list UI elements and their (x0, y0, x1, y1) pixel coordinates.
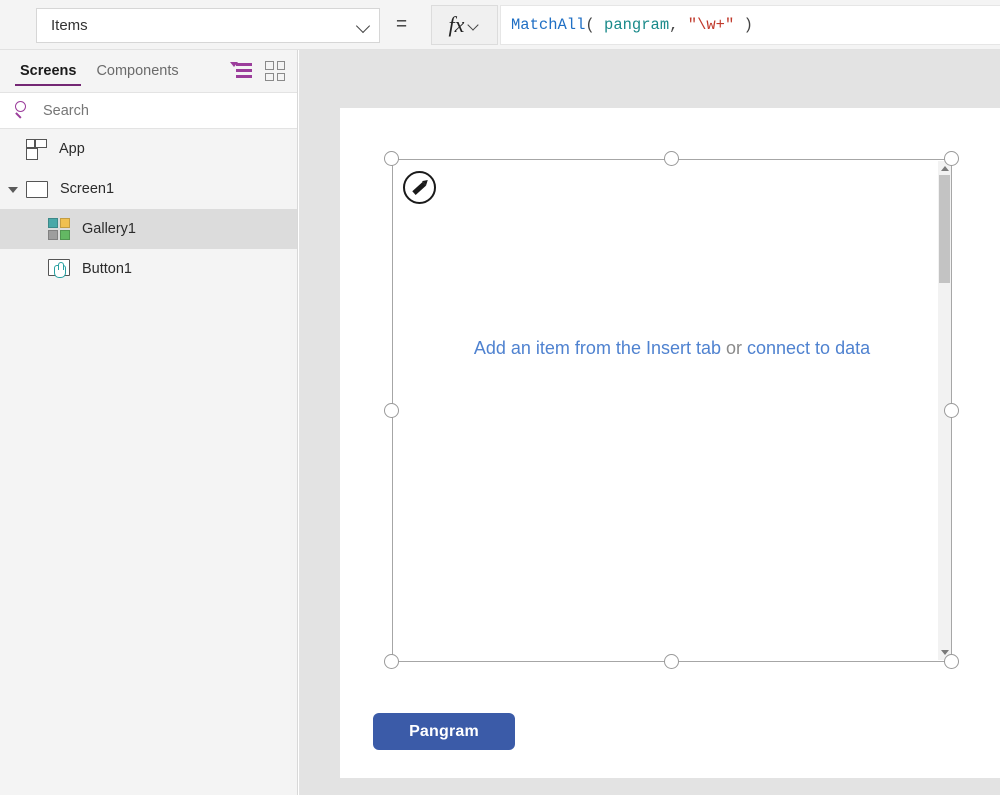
tab-components[interactable]: Components (86, 50, 188, 92)
tree-item-button1-label: Button1 (82, 261, 132, 277)
formula-input[interactable]: MatchAll( pangram, "\w+" ) (500, 5, 1000, 45)
tab-components-label: Components (96, 63, 179, 79)
formula-token-fn: MatchAll (511, 16, 586, 34)
selection-handle-top-right[interactable] (944, 151, 959, 166)
search-input[interactable]: Search (0, 92, 297, 129)
formula-token-paren: ( (585, 16, 605, 34)
tree-item-screen1-label: Screen1 (60, 181, 115, 197)
empty-message-conjunction: or (726, 338, 743, 358)
chevron-down-icon (357, 19, 371, 33)
formula-token-paren: ) (734, 16, 753, 34)
app-icon (26, 138, 47, 160)
screen-icon (26, 180, 48, 198)
selection-handle-bottom-center[interactable] (664, 654, 679, 669)
canvas-workspace: Add an item from the Insert tab or connect… (299, 50, 1000, 795)
pencil-edit-icon[interactable] (403, 171, 436, 204)
selection-handle-middle-right[interactable] (944, 403, 959, 418)
equals-sign: = (396, 14, 408, 35)
formula-token-punct: , (669, 16, 688, 34)
fx-button[interactable]: fx (431, 5, 498, 45)
tree-list-icon[interactable] (230, 61, 252, 81)
tree-item-gallery1[interactable]: Gallery1 (0, 209, 297, 249)
panel-tab-bar: Screens Components (0, 50, 297, 92)
expand-collapse-arrow-icon[interactable] (8, 187, 18, 193)
tree-item-app-label: App (59, 141, 85, 157)
left-panel: Screens Components Search App Screen1 Ga… (0, 50, 298, 795)
tree-item-button1[interactable]: Button1 (0, 249, 297, 289)
selection-handle-bottom-right[interactable] (944, 654, 959, 669)
property-dropdown-value: Items (51, 17, 88, 34)
property-dropdown[interactable]: Items (36, 8, 380, 43)
button-icon (48, 259, 72, 279)
tab-screens[interactable]: Screens (10, 50, 86, 92)
chevron-up-icon[interactable] (941, 166, 949, 171)
grid-view-icon[interactable] (265, 61, 285, 81)
tree-item-screen1[interactable]: Screen1 (0, 169, 297, 209)
selection-handle-top-left[interactable] (384, 151, 399, 166)
formula-bar: Items = fx MatchAll( pangram, "\w+" ) (0, 0, 1000, 50)
gallery-empty-message: Add an item from the Insert tab or connect… (393, 338, 951, 359)
formula-text: MatchAll( pangram, "\w+" ) (511, 16, 753, 34)
selection-handle-top-center[interactable] (664, 151, 679, 166)
tree-item-gallery1-label: Gallery1 (82, 221, 136, 237)
search-placeholder: Search (43, 102, 89, 119)
formula-token-ident: pangram (604, 16, 670, 34)
pangram-button[interactable]: Pangram (373, 713, 515, 750)
tree-item-app[interactable]: App (0, 129, 297, 169)
scrollbar-thumb[interactable] (939, 175, 950, 283)
gallery-icon (48, 218, 70, 240)
pangram-button-label: Pangram (409, 722, 479, 740)
connect-to-data-link[interactable]: connect to data (747, 338, 870, 358)
insert-tab-link[interactable]: Add an item from the Insert tab (474, 338, 721, 358)
chevron-down-icon (468, 19, 480, 31)
selection-handle-middle-left[interactable] (384, 403, 399, 418)
gallery-control[interactable]: Add an item from the Insert tab or connect… (392, 159, 952, 662)
fx-icon: fx (448, 12, 465, 37)
app-screen-canvas[interactable]: Add an item from the Insert tab or connect… (340, 108, 1000, 778)
tab-screens-label: Screens (20, 63, 77, 79)
formula-token-str: "\w+" (687, 16, 735, 34)
selection-handle-bottom-left[interactable] (384, 654, 399, 669)
search-icon (14, 101, 33, 120)
